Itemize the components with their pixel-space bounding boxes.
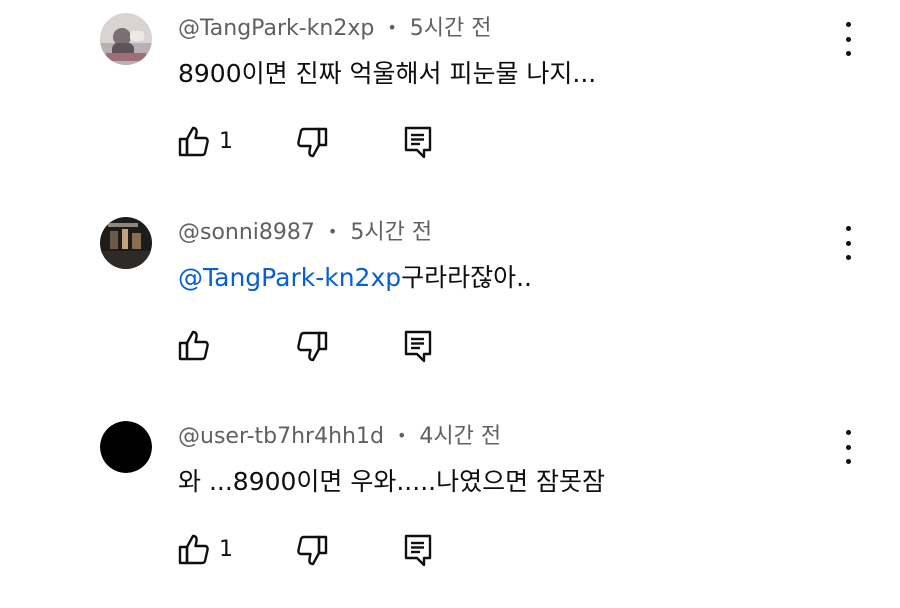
comment-time[interactable]: 5시간 전 <box>350 220 432 245</box>
like-button[interactable] <box>176 328 212 364</box>
comment-meta: @TangPark-kn2xp • 5시간 전 <box>178 14 492 45</box>
like-count: 1 <box>219 537 233 562</box>
reply-icon <box>404 534 432 567</box>
comment-text: @TangPark-kn2xp구라라잖아.. <box>178 260 532 296</box>
comment-meta: @user-tb7hr4hh1d • 4시간 전 <box>178 422 501 453</box>
mention-link[interactable]: @TangPark-kn2xp <box>178 263 401 292</box>
reply-button[interactable] <box>402 532 434 568</box>
thumbs-down-icon <box>297 331 328 362</box>
comment-item: @TangPark-kn2xp • 5시간 전 8900이면 진짜 억울해서 피… <box>0 0 900 200</box>
author-handle[interactable]: @TangPark-kn2xp <box>178 16 374 41</box>
reply-icon <box>404 126 432 159</box>
reply-button[interactable] <box>402 328 434 364</box>
comment-time[interactable]: 4시간 전 <box>419 424 501 449</box>
thumbs-up-icon <box>178 534 209 565</box>
dislike-button[interactable] <box>294 532 330 568</box>
comment-meta: @sonni8987 • 5시간 전 <box>178 218 432 249</box>
comment-time[interactable]: 5시간 전 <box>410 16 492 41</box>
more-vertical-icon[interactable] <box>836 22 860 56</box>
thumbs-down-icon <box>297 127 328 158</box>
dislike-button[interactable] <box>294 124 330 160</box>
comment-text: 8900이면 진짜 억울해서 피눈물 나지... <box>178 56 596 92</box>
reply-icon <box>404 330 432 363</box>
avatar[interactable] <box>100 421 152 473</box>
like-button[interactable] <box>176 532 212 568</box>
more-vertical-icon[interactable] <box>836 226 860 260</box>
more-vertical-icon[interactable] <box>836 430 860 464</box>
like-count: 1 <box>219 129 233 154</box>
comment-body: 8900이면 진짜 억울해서 피눈물 나지... <box>178 59 597 88</box>
meta-separator: • <box>387 18 397 37</box>
comment-text: 와 ...8900이면 우와.....나였으면 잠못잠 <box>178 464 605 500</box>
comment-item: @user-tb7hr4hh1d • 4시간 전 와 ...8900이면 우와.… <box>0 408 900 608</box>
thumbs-up-icon <box>178 330 209 361</box>
comment-item: @sonni8987 • 5시간 전 @TangPark-kn2xp구라라잖아.… <box>0 204 900 404</box>
meta-separator: • <box>396 426 407 445</box>
like-button[interactable] <box>176 124 212 160</box>
thumbs-up-icon <box>178 126 209 157</box>
comment-body: 구라라잖아.. <box>401 263 533 292</box>
comment-body: 와 ...8900이면 우와.....나였으면 잠못잠 <box>178 467 606 496</box>
avatar[interactable] <box>100 217 152 269</box>
avatar[interactable] <box>100 13 152 65</box>
author-handle[interactable]: @sonni8987 <box>178 220 315 245</box>
dislike-button[interactable] <box>294 328 330 364</box>
meta-separator: • <box>327 222 338 241</box>
reply-button[interactable] <box>402 124 434 160</box>
thumbs-down-icon <box>297 535 328 566</box>
author-handle[interactable]: @user-tb7hr4hh1d <box>178 424 384 449</box>
